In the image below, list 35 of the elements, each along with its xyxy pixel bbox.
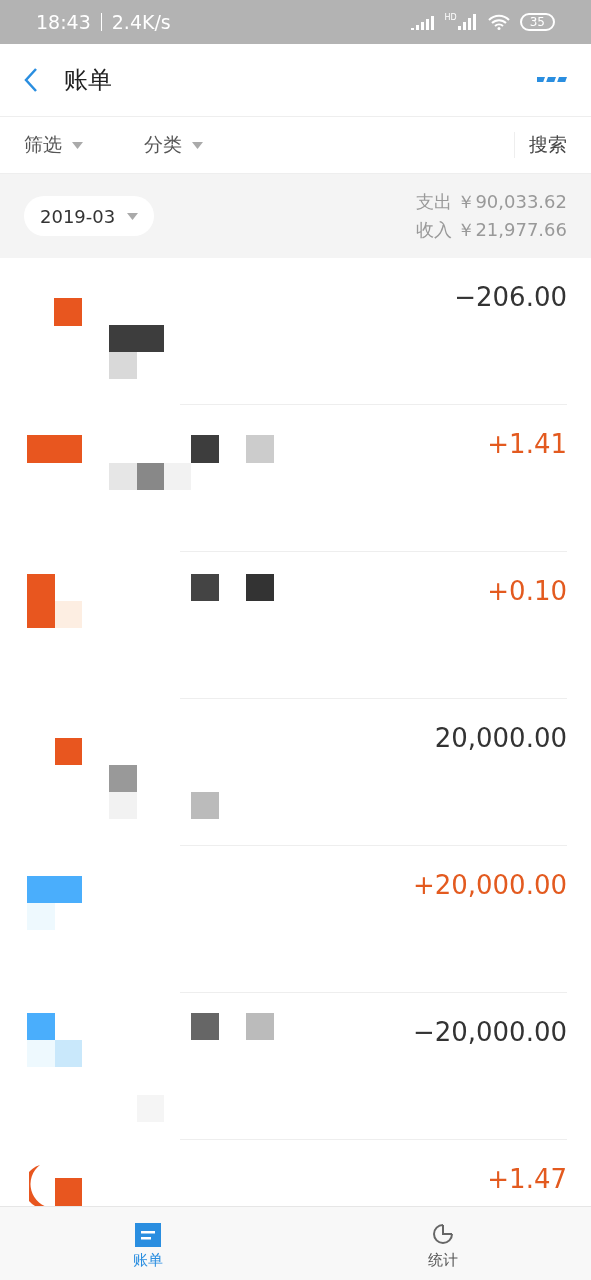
bill-row[interactable]: +1.47 [0, 1140, 591, 1206]
filter-dropdown[interactable]: 分类 [144, 132, 264, 158]
bill-row[interactable]: +0.10 [0, 552, 591, 698]
bill-amount: +1.41 [487, 429, 567, 459]
bill-row[interactable]: +1.41 [0, 405, 591, 551]
more-icon[interactable] [537, 77, 567, 83]
expense-total: 支出 ￥90,033.62 [415, 190, 567, 214]
network-speed: 2.4K/s [111, 11, 171, 33]
battery-level: 35 [519, 13, 555, 31]
wifi-icon [487, 14, 510, 30]
page-title: 账单 [64, 65, 112, 96]
signal-icon [410, 14, 435, 30]
signal-icon [457, 14, 478, 30]
bill-amount: −20,000.00 [412, 1017, 567, 1047]
bill-amount: −206.00 [454, 282, 567, 312]
search-button[interactable]: 搜索 [514, 132, 567, 158]
caret-icon [192, 141, 203, 149]
caret-icon [72, 141, 83, 149]
filter-dropdown[interactable]: 筛选 [24, 132, 144, 158]
bill-row[interactable]: −20,000.00 [0, 993, 591, 1139]
bill-amount: +1.47 [487, 1164, 567, 1194]
month-picker[interactable]: 2019-03 [24, 196, 155, 236]
list-icon [134, 1223, 161, 1247]
back-icon[interactable] [24, 67, 38, 93]
network-type: HD [444, 14, 457, 22]
status-time: 18:43 [36, 11, 91, 33]
bill-row[interactable]: 20,000.00 [0, 699, 591, 845]
income-total: 收入 ￥21,977.66 [415, 218, 567, 242]
bill-row[interactable]: +20,000.00 [0, 846, 591, 992]
bill-row[interactable]: −206.00 [0, 258, 591, 404]
bill-amount: 20,000.00 [434, 723, 567, 753]
caret-icon [127, 212, 139, 220]
bill-amount: +0.10 [487, 576, 567, 606]
bill-amount: +20,000.00 [412, 870, 567, 900]
nav-tab[interactable]: 统计 [295, 1207, 591, 1280]
